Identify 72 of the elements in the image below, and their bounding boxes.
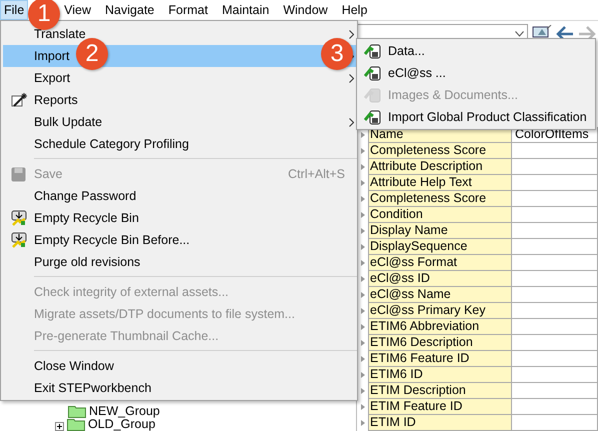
wand-icon bbox=[10, 92, 26, 108]
table-cell: eCl@ss ID bbox=[368, 271, 512, 287]
menu-title[interactable]: Help bbox=[338, 0, 372, 20]
row-expander-icon[interactable] bbox=[360, 356, 364, 362]
row-expander-icon[interactable] bbox=[360, 276, 364, 282]
table-cell: Attribute Description bbox=[368, 159, 512, 175]
table-cell: eCl@ss Format bbox=[368, 255, 512, 271]
menu-item[interactable]: Export bbox=[3, 67, 357, 89]
table-cell: eCl@ss Name bbox=[368, 287, 512, 303]
row-expander-icon[interactable] bbox=[360, 292, 364, 298]
shortcut-text: Ctrl+Alt+S bbox=[288, 167, 345, 181]
row-expander-icon[interactable] bbox=[360, 388, 364, 394]
table-cell: ETIM6 Feature ID bbox=[368, 351, 512, 367]
menu-title[interactable]: Window bbox=[279, 0, 332, 20]
folder-icon bbox=[68, 405, 86, 418]
table-cell: ETIM6 Abbreviation bbox=[368, 319, 512, 335]
menu-item[interactable]: Purge old revisions bbox=[3, 251, 357, 273]
menu-item[interactable]: Close Window bbox=[3, 355, 357, 377]
import-icon bbox=[364, 42, 382, 60]
menu-item[interactable]: Import Global Product Classification bbox=[357, 106, 595, 128]
table-cell: ETIM Feature ID bbox=[368, 399, 512, 415]
menu-item[interactable]: Data... bbox=[357, 40, 595, 62]
row-expander-icon[interactable] bbox=[360, 132, 364, 138]
row-expander-icon[interactable] bbox=[360, 180, 364, 186]
menu-item[interactable]: Schedule Category Profiling bbox=[3, 133, 357, 155]
tree-item[interactable]: OLD_Group bbox=[88, 418, 156, 431]
table-cell: Completeness Score bbox=[368, 191, 512, 207]
import-icon bbox=[364, 86, 382, 104]
row-expander-icon[interactable] bbox=[360, 308, 364, 314]
menu-item[interactable]: Bulk Update bbox=[3, 111, 357, 133]
row-expander-icon[interactable] bbox=[360, 212, 364, 218]
row-expander-icon[interactable] bbox=[360, 196, 364, 202]
menu-item[interactable]: eCl@ss ... bbox=[357, 62, 595, 84]
row-expander-icon[interactable] bbox=[360, 340, 364, 346]
row-expander-icon[interactable] bbox=[360, 228, 364, 234]
table-cell: ETIM ID bbox=[368, 415, 512, 431]
download-drive-icon bbox=[10, 232, 28, 248]
row-expander-icon[interactable] bbox=[360, 244, 364, 250]
table-cell: Display Name bbox=[368, 223, 512, 239]
menu-item[interactable]: Exit STEPworkbench bbox=[3, 377, 357, 399]
menu-item[interactable]: Empty Recycle Bin bbox=[3, 207, 357, 229]
table-cell: DisplaySequence bbox=[368, 239, 512, 255]
row-expander-icon[interactable] bbox=[360, 420, 364, 426]
tree-item[interactable]: NEW_Group bbox=[89, 405, 160, 418]
import-icon bbox=[364, 64, 382, 82]
row-expander-icon[interactable] bbox=[360, 148, 364, 154]
folder-icon bbox=[67, 418, 85, 431]
menu-item[interactable]: Reports bbox=[3, 89, 357, 111]
table-cell: eCl@ss Primary Key bbox=[368, 303, 512, 319]
table-cell: Condition bbox=[368, 207, 512, 223]
table-cell: ETIM Description bbox=[368, 383, 512, 399]
menu-title[interactable]: View bbox=[60, 0, 96, 20]
row-expander-icon[interactable] bbox=[360, 164, 364, 170]
menu-title[interactable]: Maintain bbox=[218, 0, 274, 20]
import-icon bbox=[364, 108, 382, 126]
row-expander-icon[interactable] bbox=[360, 260, 364, 266]
table-cell: Completeness Score bbox=[368, 143, 512, 159]
table-cell: Attribute Help Text bbox=[368, 175, 512, 191]
row-expander-icon[interactable] bbox=[360, 372, 364, 378]
menu-title[interactable]: File bbox=[0, 0, 28, 20]
menu-title[interactable]: Format bbox=[164, 0, 212, 20]
expand-icon[interactable] bbox=[55, 422, 64, 431]
download-drive-icon bbox=[10, 210, 28, 226]
row-expander-icon[interactable] bbox=[360, 324, 364, 330]
row-expander-icon[interactable] bbox=[360, 404, 364, 410]
table-cell: ETIM6 Description bbox=[368, 335, 512, 351]
chevron-down-icon bbox=[515, 31, 524, 38]
menu-item[interactable]: Change Password bbox=[3, 185, 357, 207]
menu-title[interactable]: Navigate bbox=[101, 0, 158, 20]
table-cell: ETIM6 ID bbox=[368, 367, 512, 383]
step-badge: 1 bbox=[28, 0, 60, 30]
menu-item[interactable]: Empty Recycle Bin Before... bbox=[3, 229, 357, 251]
